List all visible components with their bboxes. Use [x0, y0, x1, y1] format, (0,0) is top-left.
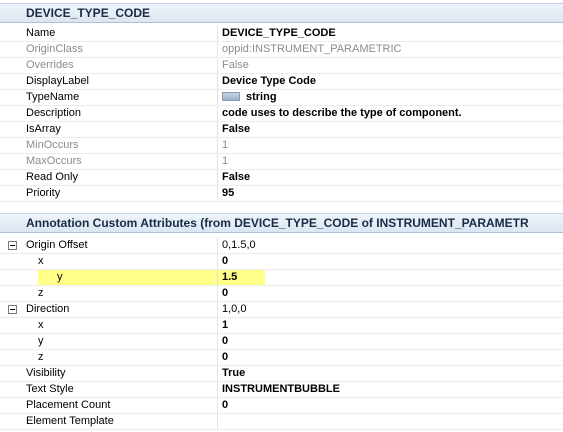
annotation-row-direction-z[interactable]: z 0 [0, 350, 563, 366]
annotation-row-origin-z[interactable]: z 0 [0, 286, 563, 302]
annotation-value[interactable]: 0 [222, 398, 563, 413]
string-type-icon [222, 92, 240, 101]
annotation-value[interactable]: 0 [222, 350, 563, 365]
property-row-readonly[interactable]: Read Only False [0, 170, 563, 186]
property-name: IsArray [26, 123, 61, 135]
typename-value: string [246, 91, 277, 103]
properties-grid: Name DEVICE_TYPE_CODE OriginClass oppid:… [0, 26, 563, 202]
property-row-name[interactable]: Name DEVICE_TYPE_CODE [0, 26, 563, 42]
property-value: False [222, 59, 249, 71]
annotation-value[interactable]: 0,1.5,0 [222, 238, 563, 253]
properties-section-title: DEVICE_TYPE_CODE [26, 6, 151, 20]
property-value[interactable]: False [222, 170, 563, 185]
annotation-name: Origin Offset [26, 239, 88, 251]
annotation-row-direction-y[interactable]: y 0 [0, 334, 563, 350]
property-value[interactable]: 95 [222, 186, 563, 201]
property-row-minoccurs[interactable]: MinOccurs 1 [0, 138, 563, 154]
annotation-value[interactable] [222, 414, 563, 429]
property-name: Read Only [26, 171, 78, 183]
annotation-name: x [38, 319, 44, 331]
annotation-name: y [38, 270, 236, 285]
annotation-name: z [38, 351, 44, 363]
annotation-row-text-style[interactable]: Text Style INSTRUMENTBUBBLE [0, 382, 563, 398]
annotation-name: Element Template [26, 415, 114, 427]
properties-section-header[interactable]: DEVICE_TYPE_CODE [0, 3, 563, 23]
annotation-section-header[interactable]: Annotation Custom Attributes (from DEVIC… [0, 213, 563, 233]
annotation-name: y [38, 335, 44, 347]
property-name: DisplayLabel [26, 75, 89, 87]
annotation-row-placement-count[interactable]: Placement Count 0 [0, 398, 563, 414]
property-row-displaylabel[interactable]: DisplayLabel Device Type Code [0, 74, 563, 90]
annotation-row-origin-offset[interactable]: Origin Offset 0,1.5,0 [0, 238, 563, 254]
annotation-grid: Origin Offset 0,1.5,0 x 0 y 1.5 z 0 Dire… [0, 238, 563, 430]
collapse-icon[interactable] [8, 241, 17, 250]
annotation-name: Direction [26, 303, 70, 315]
annotation-row-element-template[interactable]: Element Template [0, 414, 563, 430]
annotation-row-origin-y[interactable]: y 1.5 [0, 270, 563, 286]
annotation-value[interactable]: 1 [222, 318, 563, 333]
property-row-isarray[interactable]: IsArray False [0, 122, 563, 138]
annotation-value[interactable]: 0 [222, 254, 563, 269]
property-name: Name [26, 27, 56, 39]
annotation-value[interactable]: 1,0,0 [222, 302, 563, 317]
property-value[interactable]: DEVICE_TYPE_CODE [222, 26, 563, 41]
annotation-value[interactable]: 0 [222, 286, 563, 301]
property-row-overrides[interactable]: Overrides False [0, 58, 563, 74]
property-row-description[interactable]: Description code uses to describe the ty… [0, 106, 563, 122]
property-value[interactable]: Device Type Code [222, 74, 563, 89]
annotation-name: z [38, 287, 44, 299]
annotation-name: Visibility [26, 367, 66, 379]
property-value: 1 [222, 139, 229, 151]
annotation-row-direction-x[interactable]: x 1 [0, 318, 563, 334]
property-row-maxoccurs[interactable]: MaxOccurs 1 [0, 154, 563, 170]
property-row-originclass[interactable]: OriginClass oppid:INSTRUMENT_PARAMETRIC [0, 42, 563, 58]
property-name: Priority [26, 187, 61, 199]
property-name: Description [26, 107, 82, 119]
annotation-row-visibility[interactable]: Visibility True [0, 366, 563, 382]
collapse-icon[interactable] [8, 305, 17, 314]
property-name: MaxOccurs [26, 155, 82, 167]
annotation-value[interactable]: 0 [222, 334, 563, 349]
annotation-name: x [38, 255, 44, 267]
property-value: 1 [222, 155, 229, 167]
annotation-row-direction[interactable]: Direction 1,0,0 [0, 302, 563, 318]
annotation-value[interactable]: True [222, 366, 563, 381]
annotation-name: Text Style [26, 383, 74, 395]
property-row-typename[interactable]: TypeName string [0, 90, 563, 106]
property-value[interactable]: string [222, 90, 563, 105]
property-row-priority[interactable]: Priority 95 [0, 186, 563, 202]
property-name: TypeName [26, 91, 80, 103]
property-value[interactable]: code uses to describe the type of compon… [222, 106, 563, 121]
annotation-section-title: Annotation Custom Attributes (from DEVIC… [26, 216, 529, 230]
annotation-row-origin-x[interactable]: x 0 [0, 254, 563, 270]
annotation-value[interactable]: 1.5 [222, 270, 265, 285]
property-value[interactable]: False [222, 122, 563, 137]
property-name: Overrides [26, 59, 74, 71]
property-name: OriginClass [26, 43, 83, 55]
property-name: MinOccurs [26, 139, 79, 151]
annotation-value[interactable]: INSTRUMENTBUBBLE [222, 382, 563, 397]
annotation-name: Placement Count [26, 399, 111, 411]
property-value: oppid:INSTRUMENT_PARAMETRIC [222, 43, 402, 55]
